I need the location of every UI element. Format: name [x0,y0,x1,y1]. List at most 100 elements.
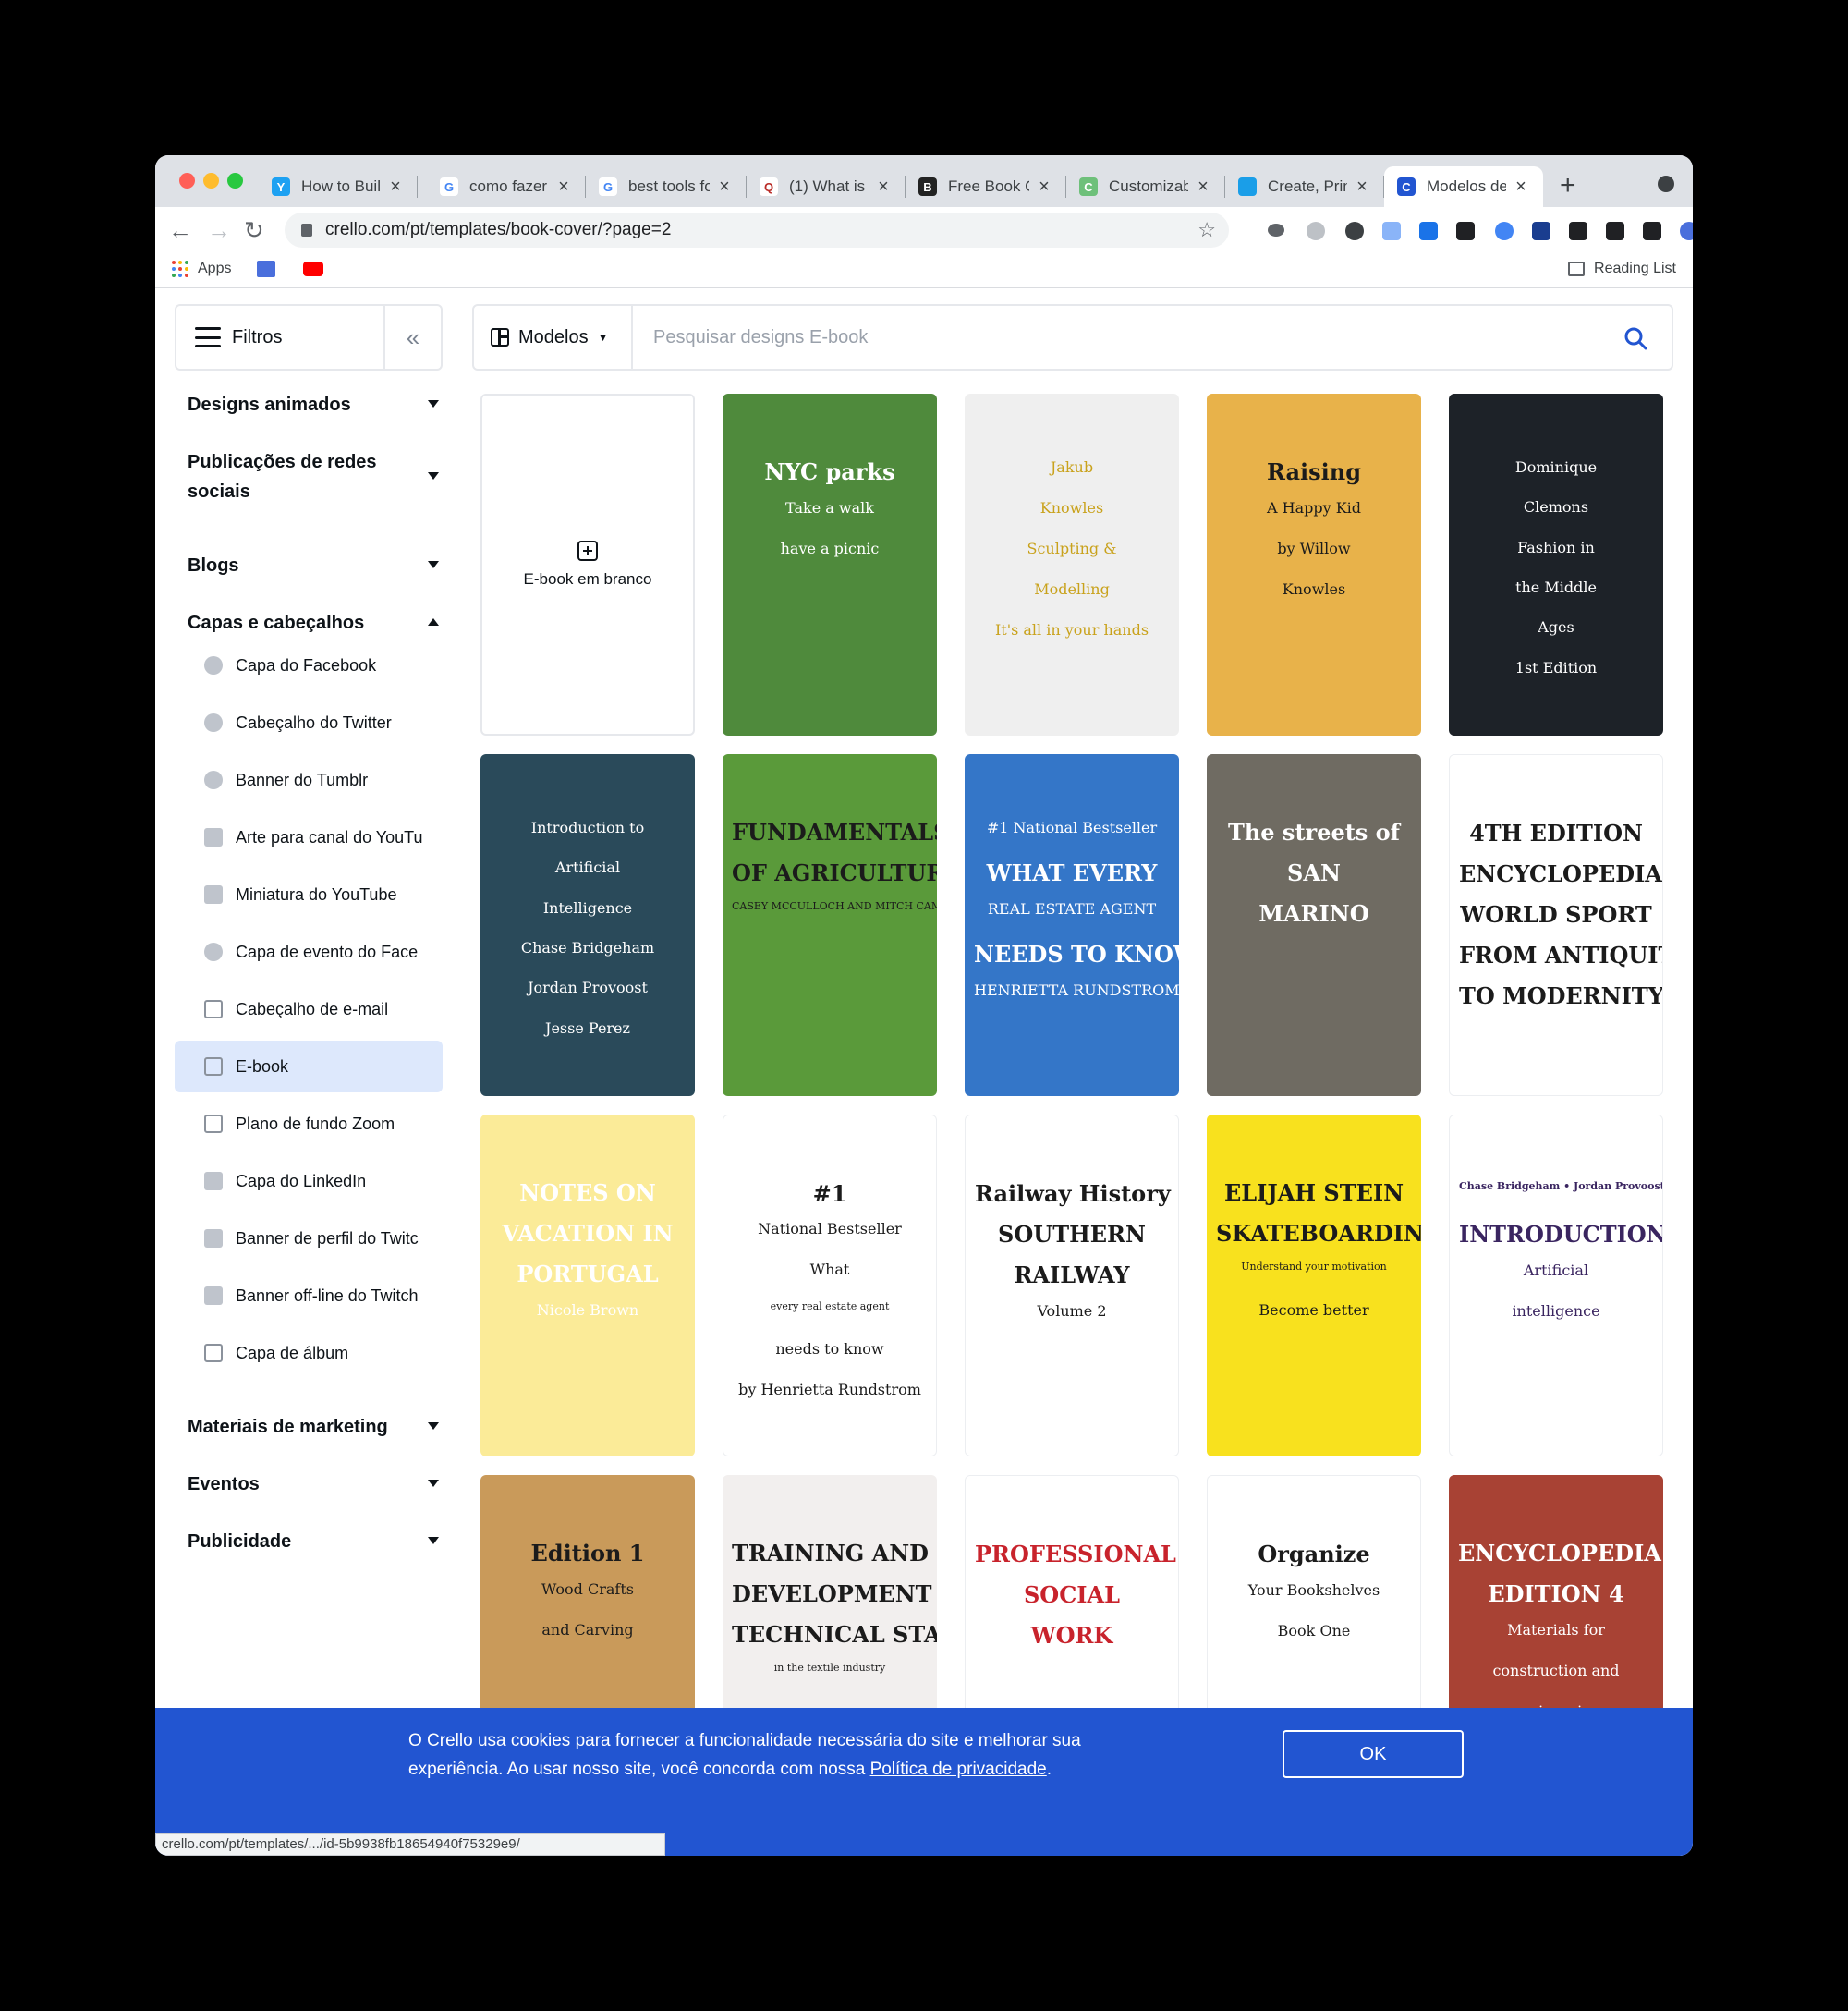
sidebar-item[interactable]: Plano de fundo Zoom [175,1098,443,1150]
sidebar-category[interactable]: Capas e cabeçalhos [175,608,443,638]
template-card[interactable]: #1 National Bestseller WHAT EVERY REAL EST… [965,754,1179,1096]
apps-bookmark[interactable]: Apps [172,261,324,277]
extension-icon[interactable] [1345,222,1364,240]
close-tab-icon[interactable]: × [1353,177,1371,198]
sidebar-item[interactable]: Banner do Tumblr [175,754,443,806]
sidebar-category-label: Materiais de marketing [188,1417,388,1437]
sidebar-item-label: Capa do LinkedIn [236,1171,367,1190]
sidebar-item[interactable]: Cabeçalho de e-mail [175,983,443,1035]
sidebar-item[interactable]: Capa de álbum [175,1327,443,1379]
extension-icon[interactable] [1569,222,1587,240]
sidebar-item[interactable]: Cabeçalho do Twitter [175,697,443,749]
card-text: Artificial [554,859,621,877]
browser-tab[interactable]: Gbest tools fo × [586,166,747,207]
card-text: TRAINING AND [732,1540,929,1566]
card-text: It's all in your hands [994,621,1149,639]
extension-icon[interactable] [1495,222,1514,240]
bookmark-star-icon[interactable]: ☆ [1198,218,1216,242]
template-card[interactable]: Jakub Knowles Sculpting & Modelling It's all… [965,394,1179,736]
sidebar-category[interactable]: Publicações de redes sociais [175,447,443,506]
browser-tab[interactable]: Gcomo fazer × [427,166,586,207]
sidebar-category[interactable]: Materiais de marketing [175,1412,443,1442]
sidebar-category[interactable]: Designs animados [175,390,443,420]
tab-search-icon[interactable] [1658,176,1674,192]
extension-icon[interactable] [1680,222,1693,240]
sidebar-item[interactable]: Banner off-line do Twitch [175,1270,443,1322]
card-text: needs to know [775,1340,884,1359]
close-window-button[interactable] [179,173,195,189]
extension-icon[interactable] [1532,222,1550,240]
card-text: TO MODERNITY [1459,982,1662,1009]
download-extension-icon[interactable] [1419,222,1438,240]
template-card[interactable]: ELIJAH STEIN SKATEBOARDING Understand your… [1207,1115,1421,1456]
reload-icon[interactable]: ↻ [244,216,264,245]
template-card[interactable]: FUNDAMENTALS OF AGRICULTURE CASEY MCCULLOC… [723,754,937,1096]
template-card[interactable]: The streets of SAN MARINO [1207,754,1421,1096]
sidebar-item[interactable]: Capa do Facebook [175,640,443,691]
address-bar[interactable]: crello.com/pt/templates/book-cover/?page… [285,213,1229,248]
qr-code-icon[interactable] [1643,222,1661,240]
close-tab-icon[interactable]: × [554,177,573,198]
extension-icon[interactable] [1307,222,1325,240]
back-arrow-icon[interactable]: ← [168,216,192,245]
sidebar-item[interactable]: Capa do LinkedIn [175,1155,443,1207]
sidebar-item[interactable]: Arte para canal do YouTu [175,811,443,863]
card-text: ELIJAH STEIN [1223,1179,1404,1206]
close-tab-icon[interactable]: × [874,177,893,198]
close-tab-icon[interactable]: × [1512,177,1530,198]
template-card[interactable]: Raising A Happy Kid by Willow Knowles [1207,394,1421,736]
tab-title: (1) What is t [789,177,869,195]
new-tab-button[interactable]: + [1560,170,1576,201]
template-card[interactable]: Introduction to Artificial Intelligence Cha… [480,754,695,1096]
close-tab-icon[interactable]: × [1194,177,1212,198]
search-icon[interactable] [1623,326,1647,350]
sidebar-category[interactable]: Eventos [175,1469,443,1499]
minimize-window-button[interactable] [203,173,219,189]
camera-extension-icon[interactable] [1456,222,1475,240]
browser-tab[interactable]: C Customizab × [1066,166,1225,207]
card-text: Chase Bridgeham • Jordan Provoost • Jess… [1459,1180,1662,1192]
maximize-window-button[interactable] [227,173,243,189]
template-card[interactable]: Railway History Series SOUTHERN RAILWAY Vol… [965,1115,1179,1456]
close-tab-icon[interactable]: × [386,177,405,198]
sidebar-category[interactable]: Publicidade [175,1527,443,1556]
collapse-sidebar-button[interactable]: « [383,306,441,369]
youtube-icon[interactable] [303,262,324,276]
reading-list-button[interactable]: Reading List [1568,261,1676,277]
browser-tab[interactable]: C Modelos de × [1384,166,1543,207]
card-text: National Bestseller [758,1220,902,1238]
search-input[interactable] [653,326,1577,348]
forward-arrow-icon[interactable]: → [207,216,231,245]
sidebar-item[interactable]: E-book [175,1041,443,1092]
browser-tab[interactable]: Q (1) What is t × [747,166,906,207]
browser-tab[interactable]: B Free Book C × [906,166,1066,207]
blank-ebook-card[interactable]: E-book em branco [480,394,695,736]
browser-tab[interactable]: Create, Prin × [1225,166,1384,207]
album-icon [204,1344,223,1362]
card-text: Materials for [1507,1621,1605,1639]
close-tab-icon[interactable]: × [715,177,734,198]
cookie-ok-button[interactable]: OK [1283,1730,1464,1778]
privacy-policy-link[interactable]: Política de privacidade [870,1760,1047,1779]
template-card[interactable]: NYC parks Take a walk have a picnic [723,394,937,736]
cloud-extension-icon[interactable] [1268,224,1284,237]
extension-icon[interactable] [1606,222,1624,240]
sidebar-item[interactable]: Miniatura do YouTube [175,869,443,920]
bookmark-icon[interactable] [257,261,276,277]
template-card[interactable]: 4TH EDITION ENCYCLOPEDIA OF WORLD SPORT FRO… [1449,754,1663,1096]
template-card[interactable]: Chase Bridgeham • Jordan Provoost • Jess… [1449,1115,1663,1456]
template-card[interactable]: Dominique Clemons Fashion in the Middle Ages… [1449,394,1663,736]
lock-icon [301,224,312,237]
close-tab-icon[interactable]: × [1035,177,1053,198]
template-grid-icon [491,328,509,347]
sidebar-item[interactable]: Banner de perfil do Twitc [175,1213,443,1264]
sidebar-item[interactable]: Capa de evento do Face [175,926,443,978]
template-card[interactable]: NOTES ON VACATION IN PORTUGAL Nicole Brown [480,1115,695,1456]
template-mode-dropdown[interactable]: Modelos ▼ [474,306,633,369]
template-card[interactable]: #1 National Bestseller What every real esta… [723,1115,937,1456]
filters-button[interactable]: Filtros « [175,304,443,371]
browser-tab[interactable]: Y How to Buil × [259,166,418,207]
sidebar-category[interactable]: Blogs [175,551,443,580]
document-extension-icon[interactable] [1382,222,1401,240]
sidebar-category-label: Publicações de redes sociais [188,452,377,502]
